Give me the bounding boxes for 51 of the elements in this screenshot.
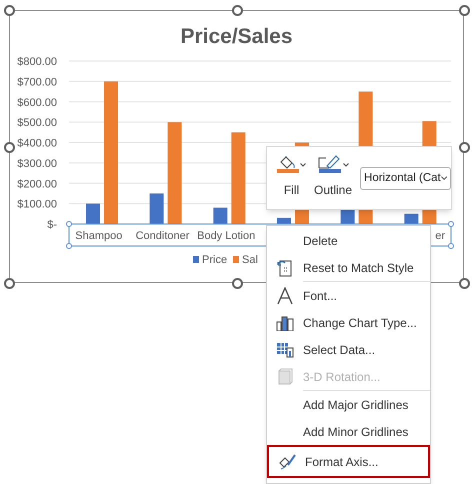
menu-item[interactable]: Add Major Gridlines [267,391,430,418]
fill-button[interactable]: Fill [277,155,306,199]
element-dropdown[interactable]: Horizontal (Cat [360,167,451,190]
font-icon [277,286,293,304]
menu-item[interactable]: Select Data... [267,336,430,363]
pen-icon [318,155,342,169]
table-icon [276,342,294,358]
caret-icon [342,163,349,167]
x-axis-label: er [435,230,445,242]
resize-handle[interactable] [459,5,470,16]
menu-item[interactable]: Delete [267,227,430,254]
resize-handle[interactable] [459,278,470,289]
menu-item[interactable]: Reset to Match Style [267,254,430,281]
y-axis-label: $100.00 [17,198,57,211]
bar [213,208,228,224]
legend-label: Sal [242,254,258,266]
y-axis-label: $500.00 [17,117,57,130]
y-axis-label: $300.00 [17,158,57,170]
y-axis-label: $800.00 [17,56,57,68]
dropdown-value: Horizontal (Cat [364,170,441,186]
menu-item[interactable]: Format Axis... [267,445,430,478]
chart-title: Price/Sales [180,24,293,50]
outline-button[interactable]: Outline [314,155,352,199]
y-axis-label: $400.00 [17,138,57,150]
x-axis-label: Body Lotion [197,230,256,242]
caret-icon [300,163,306,167]
cube-icon [277,368,293,386]
y-axis-label: $600.00 [17,96,57,109]
resize-handle[interactable] [4,142,15,153]
chevron-down-icon [440,176,447,181]
resize-handle[interactable] [232,5,243,16]
bar [150,193,164,224]
menu-item[interactable]: Add Minor Gridlines [267,418,430,445]
paint-bucket-icon [279,155,297,169]
bar [404,214,418,224]
menu-item[interactable]: Change Chart Type... [267,309,430,336]
y-axis-label: $- [47,219,57,231]
y-axis-label: $200.00 [17,178,57,190]
resize-handle[interactable] [4,278,15,289]
x-axis-label: Shampoo [75,230,122,242]
resize-handle[interactable] [232,278,243,289]
bar-chart-icon [276,314,294,330]
y-axis-label: $700.00 [17,76,57,88]
format-icon [278,452,296,470]
x-axis-label: Conditoner [136,230,190,242]
resize-handle[interactable] [459,142,470,153]
menu-item[interactable]: Font... [267,282,430,309]
resize-handle[interactable] [4,5,15,16]
reset-icon [277,258,293,276]
bar [86,204,100,224]
legend-label: Price [202,254,228,266]
